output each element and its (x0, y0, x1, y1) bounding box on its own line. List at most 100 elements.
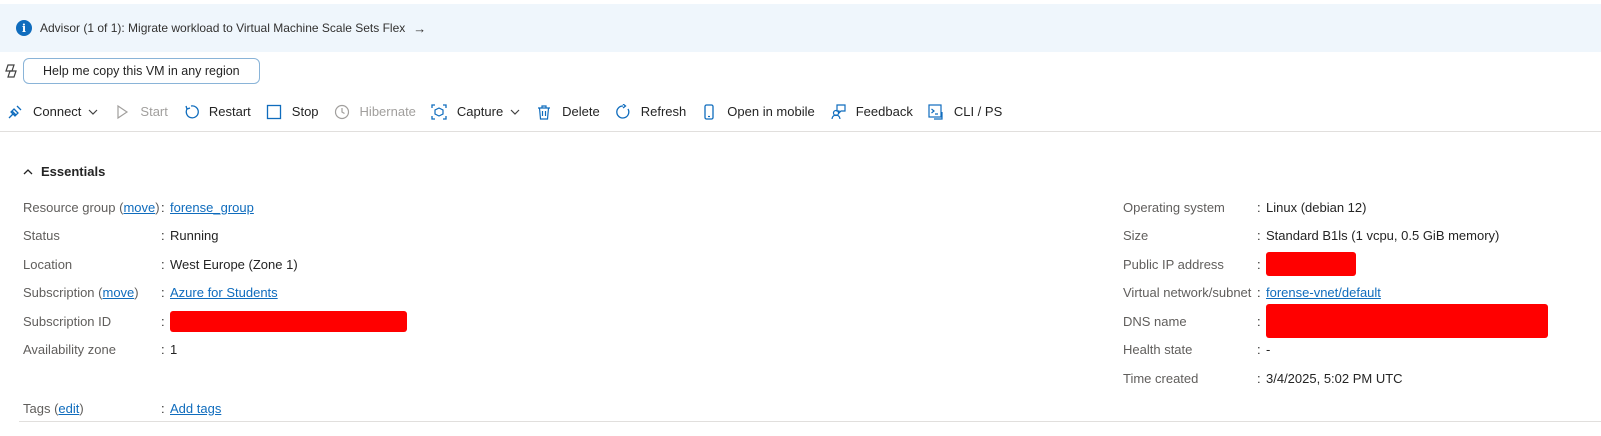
location-row: Location : West Europe (Zone 1) (23, 250, 407, 279)
tags-row: Tags (edit) : Add tags (23, 394, 221, 422)
dns-name-label: DNS name (1123, 313, 1187, 329)
chevron-down-icon (87, 106, 99, 118)
redacted-public-ip (1266, 252, 1356, 277)
resource-group-move-link[interactable]: move (123, 200, 155, 215)
public-ip-row: Public IP address : (1123, 250, 1548, 279)
restart-button[interactable]: Restart (182, 96, 259, 128)
play-icon (113, 103, 131, 121)
refresh-icon (614, 103, 632, 121)
resource-group-link[interactable]: forense_group (170, 200, 254, 215)
stop-label: Stop (291, 104, 319, 119)
essentials-toggle[interactable]: Essentials (22, 164, 105, 179)
time-created-value: 3/4/2025, 5:02 PM UTC (1266, 370, 1403, 386)
subscription-link[interactable]: Azure for Students (170, 285, 278, 300)
restart-icon (182, 103, 200, 121)
size-row: Size : Standard B1ls (1 vcpu, 0.5 GiB me… (1123, 222, 1548, 251)
essentials-left-column: Resource group (move) : forense_group St… (23, 193, 407, 364)
time-created-label: Time created (1123, 370, 1199, 386)
divider (19, 421, 1601, 422)
feedback-label: Feedback (855, 104, 913, 119)
hibernate-button[interactable]: Hibernate (333, 96, 424, 128)
connect-button[interactable]: Connect (6, 96, 107, 128)
arrow-right-icon[interactable]: → (413, 21, 426, 36)
refresh-label: Refresh (640, 104, 687, 119)
vnet-row: Virtual network/subnet : forense-vnet/de… (1123, 279, 1548, 308)
delete-label: Delete (562, 104, 600, 119)
separator: : (161, 228, 165, 244)
advisor-banner[interactable]: i Advisor (1 of 1): Migrate workload to … (0, 4, 1601, 52)
availability-zone-label: Availability zone (23, 342, 116, 358)
resource-group-row: Resource group (move) : forense_group (23, 193, 407, 222)
stop-button[interactable]: Stop (265, 96, 327, 128)
essentials-title: Essentials (41, 164, 106, 179)
stop-icon (265, 103, 283, 121)
connect-label: Connect (33, 104, 82, 119)
add-tags-link[interactable]: Add tags (170, 401, 221, 416)
separator: : (161, 285, 165, 301)
size-value: Standard B1ls (1 vcpu, 0.5 GiB memory) (1266, 228, 1500, 244)
open-in-mobile-button[interactable]: Open in mobile (700, 96, 822, 128)
trash-icon (535, 103, 553, 121)
location-label: Location (23, 256, 73, 272)
separator: : (161, 313, 165, 329)
subscription-id-row: Subscription ID : (23, 307, 407, 336)
subscription-row: Subscription (move) : Azure for Students (23, 279, 407, 308)
vnet-label: Virtual network/subnet (1123, 285, 1252, 301)
separator: : (1257, 228, 1261, 244)
size-label: Size (1123, 228, 1149, 244)
separator: : (1257, 370, 1261, 386)
public-ip-label: Public IP address (1123, 256, 1224, 272)
status-row: Status : Running (23, 222, 407, 251)
location-value: West Europe (Zone 1) (170, 256, 298, 272)
copilot-row: Help me copy this VM in any region (0, 58, 260, 84)
separator: : (1257, 285, 1261, 301)
availability-zone-value: 1 (170, 342, 178, 358)
command-bar: Connect Start Restart Stop Hibernate Cap… (0, 92, 1601, 132)
capture-button[interactable]: Capture (430, 96, 529, 128)
subscription-label: Subscription (move) (23, 285, 139, 301)
info-icon: i (16, 20, 32, 36)
essentials-right-column: Operating system : Linux (debian 12) Siz… (1123, 193, 1548, 393)
vnet-link[interactable]: forense-vnet/default (1266, 285, 1381, 300)
separator: : (161, 199, 165, 215)
phone-icon (700, 103, 718, 121)
terminal-icon (927, 103, 945, 121)
time-created-row: Time created : 3/4/2025, 5:02 PM UTC (1123, 364, 1548, 393)
hibernate-label: Hibernate (359, 104, 416, 119)
refresh-button[interactable]: Refresh (614, 96, 695, 128)
restart-label: Restart (208, 104, 251, 119)
operating-system-row: Operating system : Linux (debian 12) (1123, 193, 1548, 222)
health-state-value: - (1266, 342, 1271, 358)
health-state-row: Health state : - (1123, 336, 1548, 365)
advisor-text[interactable]: Advisor (1 of 1): Migrate workload to Vi… (40, 21, 405, 35)
cli-ps-label: CLI / PS (953, 104, 1003, 119)
status-value: Running (170, 228, 219, 244)
chevron-up-icon (23, 168, 33, 174)
open-in-mobile-label: Open in mobile (727, 104, 815, 119)
capture-label: Capture (456, 104, 504, 119)
copilot-suggestion-button[interactable]: Help me copy this VM in any region (23, 58, 260, 84)
dns-name-row: DNS name : (1123, 304, 1548, 339)
resource-group-label: Resource group (move) (23, 199, 160, 215)
cli-ps-button[interactable]: CLI / PS (927, 96, 1010, 128)
tags-label: Tags (edit) (23, 400, 84, 416)
separator: : (1257, 256, 1261, 272)
status-label: Status (23, 228, 60, 244)
subscription-move-link[interactable]: move (102, 285, 134, 300)
copilot-icon (2, 62, 20, 80)
redacted-dns-name (1266, 304, 1548, 339)
delete-button[interactable]: Delete (535, 96, 608, 128)
operating-system-value: Linux (debian 12) (1266, 199, 1367, 215)
tags-edit-link[interactable]: edit (58, 401, 79, 416)
feedback-button[interactable]: Feedback (829, 96, 921, 128)
plug-icon (6, 103, 24, 121)
separator: : (161, 256, 165, 272)
feedback-icon (829, 103, 847, 121)
redacted-subscription-id (170, 310, 407, 332)
separator: : (161, 342, 165, 358)
start-button[interactable]: Start (113, 96, 175, 128)
start-label: Start (140, 104, 168, 119)
separator: : (161, 400, 165, 416)
health-state-label: Health state (1123, 342, 1193, 358)
chevron-down-icon (509, 106, 521, 118)
